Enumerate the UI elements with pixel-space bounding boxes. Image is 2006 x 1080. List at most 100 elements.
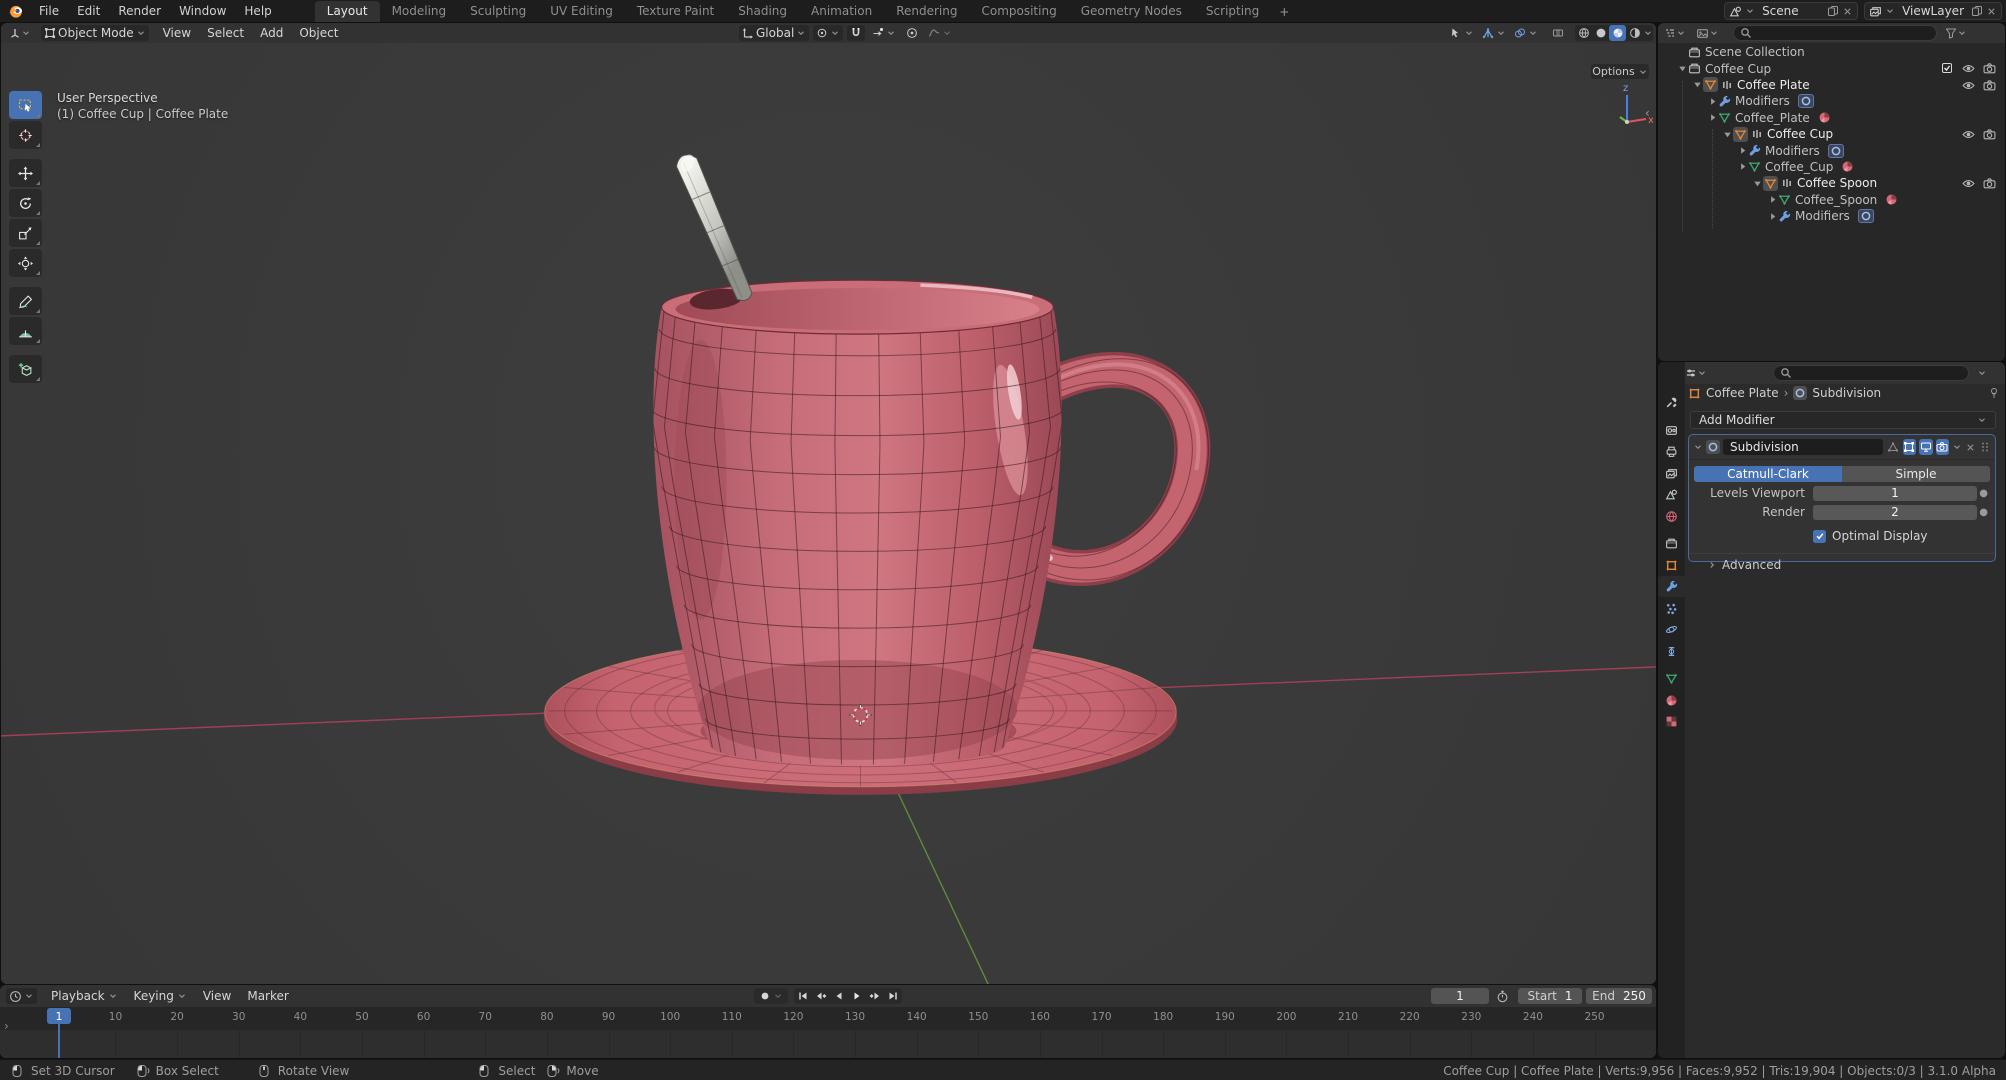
outliner-item-label[interactable]: Coffee Cup [1705,62,1771,76]
shading-material-button[interactable] [1609,25,1626,41]
viewport-menu-add[interactable]: Add [252,26,291,40]
gizmos-toggle[interactable] [1479,25,1509,41]
outliner-search-input[interactable] [1733,25,1937,41]
exclude-checkbox[interactable] [1941,62,1953,74]
properties-tab-modifiers[interactable] [1658,576,1685,597]
frame-end-field[interactable]: End 250 [1586,988,1652,1004]
outliner-item-label[interactable]: Coffee Plate [1737,78,1810,92]
tool-measure[interactable] [9,317,42,345]
properties-tab-object-data[interactable] [1658,668,1685,689]
timeline-menu-keying[interactable]: Keying [126,989,195,1003]
tab-sculpting[interactable]: Sculpting [458,1,538,22]
visibility-dropdown[interactable] [1447,25,1477,41]
realtime-toggle[interactable] [1919,439,1933,455]
outliner-item-label[interactable]: Coffee_Cup [1765,160,1833,174]
keyframe-dot[interactable]: ● [1979,488,1988,499]
material-badge-icon[interactable] [1818,111,1831,124]
timeline-menu-playback[interactable]: Playback [43,989,126,1003]
modifier-name-field[interactable]: Subdivision [1723,439,1883,455]
outliner-item-label[interactable]: Coffee Spoon [1797,176,1877,190]
render-toggle[interactable] [1936,439,1950,455]
copy-icon[interactable] [1971,5,1983,17]
properties-tab-object[interactable] [1658,555,1685,576]
auto-keying-toggle[interactable] [754,988,788,1004]
timeline-menu-view[interactable]: View [195,989,239,1003]
timeline[interactable]: PlaybackKeyingViewMarker 1 Start 1 End 2… [0,985,1656,1058]
drag-handle-icon[interactable] [1979,441,1991,453]
viewport-canvas[interactable]: z x Options ‹ User Perspective (1) Coffe… [1,42,1656,984]
tab-scripting[interactable]: Scripting [1194,1,1271,22]
chevron-down-icon[interactable] [1693,442,1703,452]
properties-search-input[interactable] [1773,365,1969,381]
timeline-menu-marker[interactable]: Marker [239,989,296,1003]
add-modifier-button[interactable]: Add Modifier [1690,411,1996,429]
tool-select-box[interactable] [9,91,42,119]
disclosure-right-icon[interactable] [1707,96,1718,107]
properties-tab-constraints[interactable] [1658,641,1685,662]
tab-compositing[interactable]: Compositing [969,1,1068,22]
properties-tab-tool[interactable] [1658,392,1685,413]
play-reverse-button[interactable] [830,988,848,1004]
xray-toggle[interactable] [1549,25,1567,41]
tool-add-cube[interactable] [9,355,42,383]
breadcrumb-object[interactable]: Coffee Plate [1706,386,1779,400]
tool-scale[interactable] [9,219,42,247]
previous-keyframe-button[interactable] [812,988,830,1004]
outliner-item-label[interactable]: Modifiers [1795,209,1850,223]
stopwatch-icon[interactable] [1496,990,1509,1003]
tool-annotate[interactable] [9,287,42,315]
current-frame-field[interactable]: 1 [1431,988,1489,1004]
eye-icon[interactable] [1962,128,1975,141]
optimal-display-checkbox[interactable] [1813,530,1826,543]
tab-texture-paint[interactable]: Texture Paint [625,1,726,22]
outliner-item-label[interactable]: Coffee_Plate [1735,111,1810,125]
menu-window[interactable]: Window [170,2,235,20]
disclosure-right-icon[interactable] [1707,112,1718,123]
editmode-display-toggle[interactable] [1886,439,1900,455]
chevron-down-icon[interactable] [1952,442,1962,452]
properties-tab-texture[interactable] [1658,711,1685,732]
properties-tab-physics[interactable] [1658,619,1685,640]
properties-tab-world[interactable] [1658,506,1685,527]
tool-rotate[interactable] [9,189,42,217]
shading-solid-button[interactable] [1592,25,1609,41]
disclosure-right-icon[interactable] [1767,194,1778,205]
tool-transform[interactable] [9,249,42,277]
editor-type-timeline-dropdown[interactable] [6,988,37,1004]
tool-move[interactable] [9,159,42,187]
pivot-dropdown[interactable] [813,25,843,41]
blender-logo-icon[interactable] [8,3,24,19]
outliner-item-label[interactable]: Scene Collection [1705,45,1805,59]
eye-icon[interactable] [1962,79,1975,92]
tab-layout[interactable]: Layout [315,1,380,22]
outliner-row[interactable]: Coffee Spoon [1658,175,2005,191]
modifier-badge-icon[interactable] [1798,94,1814,108]
camera-visibility-icon[interactable] [1983,79,1996,92]
camera-visibility-icon[interactable] [1983,62,1996,75]
menu-file[interactable]: File [30,2,68,20]
outliner-row[interactable]: Modifiers [1658,208,2005,224]
modifier-badge-icon[interactable] [1828,144,1844,158]
disclosure-right-icon[interactable] [1737,145,1748,156]
scene-selector[interactable]: Scene [1724,2,1858,20]
material-badge-icon[interactable] [1885,193,1898,206]
timeline-tracks[interactable] [0,1030,1656,1058]
jump-to-start-button[interactable] [794,988,812,1004]
menu-help[interactable]: Help [235,2,280,20]
outliner-row[interactable]: Modifiers [1658,93,2005,109]
tab-modeling[interactable]: Modeling [380,1,459,22]
outliner-row[interactable]: Coffee Plate [1658,77,2005,93]
disclosure-right-icon[interactable] [1767,211,1778,222]
copy-icon[interactable] [1827,5,1839,17]
outliner-row[interactable]: Modifiers [1658,142,2005,158]
play-button[interactable] [848,988,866,1004]
display-mode-icon[interactable] [1696,27,1709,40]
disclosure-down-icon[interactable] [1722,129,1733,140]
viewport-menu-select[interactable]: Select [199,26,252,40]
properties-editor[interactable]: Coffee Plate › Subdivision Add Modifier … [1658,362,2005,1058]
properties-tab-material[interactable] [1658,690,1685,711]
tab-animation[interactable]: Animation [799,1,884,22]
shading-wireframe-button[interactable] [1575,25,1592,41]
tab-rendering[interactable]: Rendering [884,1,969,22]
frame-start-field[interactable]: Start 1 [1518,988,1582,1004]
